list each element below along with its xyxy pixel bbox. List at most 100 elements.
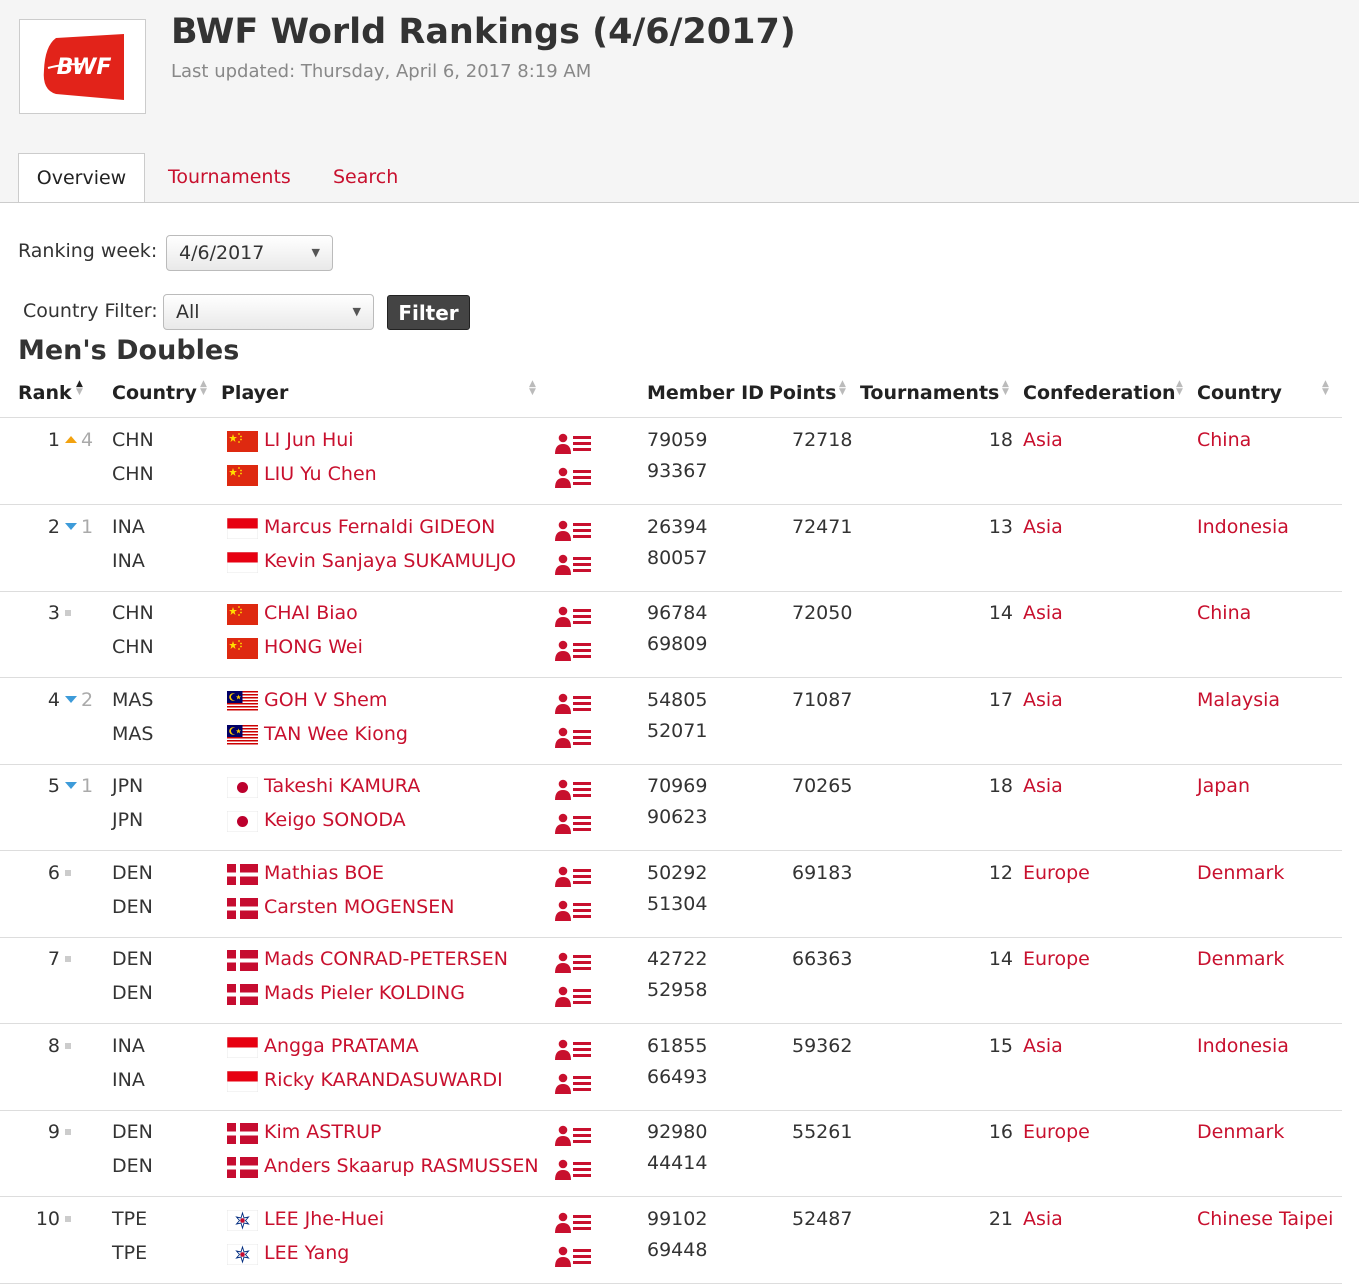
col-rank[interactable]: Rank — [18, 382, 72, 404]
player-profile-icon[interactable] — [555, 865, 591, 887]
player-name-link[interactable]: Kim ASTRUP — [264, 1121, 382, 1143]
country-link[interactable]: Chinese Taipei — [1197, 1208, 1333, 1230]
tab-search[interactable]: Search — [333, 153, 398, 202]
player-profile-icon[interactable] — [555, 1211, 591, 1233]
col-country[interactable]: Country — [1197, 382, 1282, 404]
player-name-link[interactable]: LI Jun Hui — [264, 429, 354, 451]
player-profile-icon[interactable] — [555, 432, 591, 454]
country-link[interactable]: Indonesia — [1197, 1035, 1289, 1057]
rank-movement — [65, 1035, 71, 1057]
country-link[interactable]: China — [1197, 429, 1251, 451]
rank-value: 5 — [47, 775, 60, 797]
col-confederation[interactable]: Confederation — [1023, 382, 1176, 404]
country-link[interactable]: Denmark — [1197, 862, 1284, 884]
player-profile-icon[interactable] — [555, 1124, 591, 1146]
player-profile-icon[interactable] — [555, 466, 591, 488]
player-profile-icon[interactable] — [555, 692, 591, 714]
player-name-link[interactable]: LEE Yang — [264, 1242, 349, 1264]
table-row: 9 DEN Kim ASTRUP 92980 DEN Anders Skaaru… — [0, 1110, 1342, 1197]
country-filter-select[interactable]: All ▼ — [163, 294, 374, 330]
col-points[interactable]: Points — [769, 382, 836, 404]
sort-icon[interactable]: ▲ ▼ — [839, 380, 846, 397]
last-updated: Last updated: Thursday, April 6, 2017 8:… — [171, 61, 592, 82]
sort-icon[interactable]: ▲ ▼ — [1322, 380, 1329, 397]
player-profile-icon[interactable] — [555, 812, 591, 834]
sort-icon[interactable]: ▲ ▼ — [529, 380, 536, 397]
player-profile-icon[interactable] — [555, 553, 591, 575]
col-tournaments[interactable]: Tournaments — [860, 382, 999, 404]
player-name-link[interactable]: Marcus Fernaldi GIDEON — [264, 516, 495, 538]
confederation-link[interactable]: Asia — [1023, 689, 1063, 711]
japan-flag-icon — [227, 777, 258, 798]
player-name-link[interactable]: Ricky KARANDASUWARDI — [264, 1069, 503, 1091]
player-name-link[interactable]: LEE Jhe-Huei — [264, 1208, 384, 1230]
player-profile-icon[interactable] — [555, 1072, 591, 1094]
member-id: 69809 — [647, 633, 708, 655]
player-name-link[interactable]: CHAI Biao — [264, 602, 358, 624]
country-link[interactable]: Indonesia — [1197, 516, 1289, 538]
confederation-link[interactable]: Asia — [1023, 1035, 1063, 1057]
player-profile-icon[interactable] — [555, 726, 591, 748]
logo-text: BWF — [57, 55, 112, 80]
confederation-link[interactable]: Asia — [1023, 775, 1063, 797]
confederation-link[interactable]: Asia — [1023, 1208, 1063, 1230]
player-name-link[interactable]: HONG Wei — [264, 636, 363, 658]
confederation-link[interactable]: Europe — [1023, 862, 1090, 884]
bwf-logo[interactable]: BWF — [19, 19, 146, 114]
player-name-link[interactable]: Mathias BOE — [264, 862, 384, 884]
col-player[interactable]: Player — [221, 382, 288, 404]
rank-value: 8 — [47, 1035, 60, 1057]
filter-button[interactable]: Filter — [387, 295, 470, 330]
player-profile-icon[interactable] — [555, 1245, 591, 1267]
country-link[interactable]: Denmark — [1197, 948, 1284, 970]
table-row: 8 INA Angga PRATAMA 61855 INA Ricky KARA… — [0, 1024, 1342, 1111]
player-profile-icon[interactable] — [555, 778, 591, 800]
player-name-link[interactable]: Keigo SONODA — [264, 809, 406, 831]
country-link[interactable]: Japan — [1197, 775, 1250, 797]
player-profile-icon[interactable] — [555, 1158, 591, 1180]
player-name-link[interactable]: Kevin Sanjaya SUKAMULJO — [264, 550, 516, 572]
player-name-link[interactable]: TAN Wee Kiong — [264, 723, 408, 745]
member-id: 54805 — [647, 689, 708, 711]
member-id: 99102 — [647, 1208, 708, 1230]
ranking-week-label: Ranking week: — [18, 240, 158, 262]
player-profile-icon[interactable] — [555, 605, 591, 627]
player-name-link[interactable]: Mads Pieler KOLDING — [264, 982, 465, 1004]
confederation-link[interactable]: Asia — [1023, 516, 1063, 538]
sort-icon[interactable]: ▲ ▼ — [76, 380, 83, 397]
col-member-id[interactable]: Member ID — [647, 382, 764, 404]
tab-tournaments[interactable]: Tournaments — [168, 153, 291, 202]
sort-icon[interactable]: ▲ ▼ — [1176, 380, 1183, 397]
country-link[interactable]: China — [1197, 602, 1251, 624]
tournaments-value: 12 — [988, 862, 1013, 884]
player-name-link[interactable]: Mads CONRAD-PETERSEN — [264, 948, 508, 970]
ranking-week-select[interactable]: 4/6/2017 ▼ — [166, 235, 333, 271]
player-profile-icon[interactable] — [555, 639, 591, 661]
rank-up-icon — [65, 436, 77, 443]
col-country-code[interactable]: Country — [112, 382, 197, 404]
denmark-flag-icon — [227, 984, 258, 1005]
confederation-link[interactable]: Asia — [1023, 602, 1063, 624]
rank-movement — [65, 1121, 71, 1143]
player-profile-icon[interactable] — [555, 519, 591, 541]
player-name-link[interactable]: Angga PRATAMA — [264, 1035, 419, 1057]
player-profile-icon[interactable] — [555, 1038, 591, 1060]
player-profile-icon[interactable] — [555, 951, 591, 973]
confederation-link[interactable]: Asia — [1023, 429, 1063, 451]
player-name-link[interactable]: GOH V Shem — [264, 689, 387, 711]
player-name-link[interactable]: Anders Skaarup RASMUSSEN — [264, 1155, 539, 1177]
sort-icon[interactable]: ▲ ▼ — [200, 380, 207, 397]
player-name-link[interactable]: Takeshi KAMURA — [264, 775, 420, 797]
confederation-link[interactable]: Europe — [1023, 948, 1090, 970]
sort-icon[interactable]: ▲ ▼ — [1002, 380, 1009, 397]
country-link[interactable]: Malaysia — [1197, 689, 1280, 711]
player-profile-icon[interactable] — [555, 899, 591, 921]
confederation-link[interactable]: Europe — [1023, 1121, 1090, 1143]
member-id: 92980 — [647, 1121, 708, 1143]
points-value: 70265 — [792, 775, 853, 797]
player-name-link[interactable]: Carsten MOGENSEN — [264, 896, 454, 918]
player-profile-icon[interactable] — [555, 985, 591, 1007]
tab-overview[interactable]: Overview — [18, 153, 145, 202]
country-link[interactable]: Denmark — [1197, 1121, 1284, 1143]
player-name-link[interactable]: LIU Yu Chen — [264, 463, 377, 485]
